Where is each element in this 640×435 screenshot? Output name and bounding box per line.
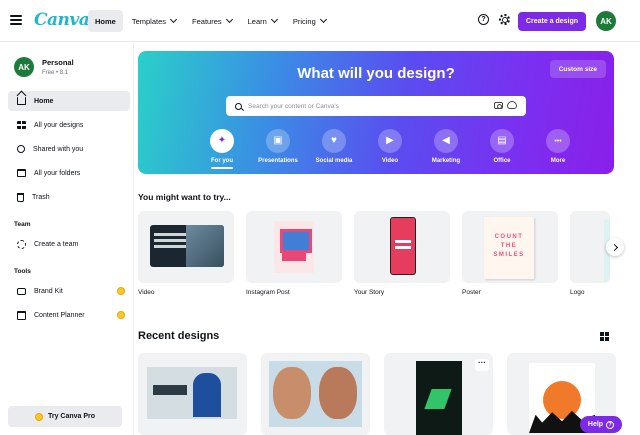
grid-icon xyxy=(17,121,26,129)
crown-icon xyxy=(117,287,125,295)
chevron-down-icon xyxy=(270,15,278,24)
brand-kit-icon xyxy=(17,287,26,295)
account-name: Personal xyxy=(42,58,74,67)
video-icon: ▶ xyxy=(386,135,394,146)
presentation-icon: ▣ xyxy=(273,135,283,146)
chevron-down-icon xyxy=(225,15,233,24)
thumbnail xyxy=(354,211,450,283)
section-title-suggestions: You might want to try... xyxy=(138,192,231,202)
menu-icon[interactable] xyxy=(10,15,22,25)
suggestion-your-story[interactable]: Your Story xyxy=(354,211,450,296)
gear-icon[interactable] xyxy=(499,14,510,25)
sidebar-item-folders[interactable]: All your folders xyxy=(8,163,130,183)
camera-icon[interactable] xyxy=(494,102,503,109)
thumbnail xyxy=(246,211,342,283)
nav-features[interactable]: Features xyxy=(185,10,239,32)
suggestion-poster[interactable]: Poster xyxy=(462,211,558,296)
sidebar-item-trash[interactable]: Trash xyxy=(8,187,130,207)
thumbnail xyxy=(570,211,610,283)
megaphone-icon: ◀ xyxy=(442,135,450,146)
briefcase-icon: ▤ xyxy=(497,135,507,146)
create-design-button[interactable]: Create a design xyxy=(518,12,586,31)
nav-pricing[interactable]: Pricing xyxy=(286,10,333,32)
scroll-right-button[interactable] xyxy=(606,238,624,256)
section-label-team: Team xyxy=(14,221,31,228)
sidebar-item-shared[interactable]: Shared with you xyxy=(8,139,130,159)
top-bar: Canva Home Templates Features Learn Pric… xyxy=(0,0,640,42)
more-options-icon[interactable]: ··· xyxy=(475,359,489,371)
recent-design-card[interactable] xyxy=(138,353,247,435)
sidebar-item-brand-kit[interactable]: Brand Kit xyxy=(8,281,130,301)
people-icon xyxy=(17,145,25,153)
section-label-tools: Tools xyxy=(14,268,31,275)
category-row: ✦ For you ▣ Presentations ♥ Social media ▶ V… xyxy=(194,129,586,169)
search-bar[interactable] xyxy=(226,96,526,116)
more-icon: ••• xyxy=(554,137,562,145)
thumbnail xyxy=(416,361,462,435)
sidebar: AK Personal Free • 8.1 Home All your des… xyxy=(0,43,134,435)
main-nav: Home Templates Features Learn Pricing xyxy=(88,10,333,32)
sidebar-item-create-team[interactable]: Create a team xyxy=(8,234,130,254)
nav-home[interactable]: Home xyxy=(88,10,123,32)
avatar[interactable]: AK xyxy=(596,11,616,31)
category-video[interactable]: ▶ Video xyxy=(362,129,418,169)
thumbnail xyxy=(269,361,362,427)
crown-icon xyxy=(117,311,125,319)
heart-icon: ♥ xyxy=(331,135,337,146)
grid-view-icon[interactable] xyxy=(600,332,609,341)
suggestion-logo[interactable]: Logo xyxy=(570,211,610,296)
hero-banner: Custom size What will you design? ✦For y… xyxy=(138,51,614,174)
help-icon[interactable]: ? xyxy=(478,14,489,25)
sparkle-icon: ✦ xyxy=(217,135,227,146)
account-plan: Free • 8.1 xyxy=(42,70,69,76)
calendar-icon xyxy=(17,310,26,320)
folder-icon xyxy=(17,169,26,177)
chevron-down-icon xyxy=(319,15,327,24)
avatar: AK xyxy=(14,57,34,77)
help-icon: ? xyxy=(606,420,615,429)
help-button[interactable]: Help? xyxy=(580,416,622,433)
upload-icon[interactable] xyxy=(507,101,517,109)
category-social-media[interactable]: ♥ Social media xyxy=(306,129,362,169)
suggestion-video[interactable]: Video xyxy=(138,211,234,296)
nav-templates[interactable]: Templates xyxy=(125,10,183,32)
canva-logo[interactable]: Canva xyxy=(34,10,90,30)
home-icon xyxy=(17,97,26,105)
recent-designs-row: ··· xyxy=(138,353,616,435)
crown-icon xyxy=(34,412,43,421)
account-switcher[interactable]: AK Personal Free • 8.1 xyxy=(14,57,74,77)
sidebar-item-home[interactable]: Home xyxy=(8,91,130,111)
team-icon xyxy=(17,239,26,249)
suggestion-instagram-post[interactable]: Instagram Post xyxy=(246,211,342,296)
category-more[interactable]: ••• More xyxy=(530,129,586,169)
nav-learn[interactable]: Learn xyxy=(241,10,284,32)
chevron-right-icon xyxy=(610,243,618,251)
search-icon xyxy=(235,102,242,110)
category-office[interactable]: ▤ Office xyxy=(474,129,530,169)
suggestion-row: Video Instagram Post Your Story Poster L… xyxy=(138,211,610,296)
thumbnail xyxy=(147,367,237,419)
recent-design-card[interactable] xyxy=(261,353,370,435)
try-pro-button[interactable]: Try Canva Pro xyxy=(8,406,122,427)
thumbnail xyxy=(138,211,234,283)
sidebar-item-content-planner[interactable]: Content Planner xyxy=(8,305,130,325)
trash-icon xyxy=(17,192,24,202)
category-presentations[interactable]: ▣ Presentations xyxy=(250,129,306,169)
recent-design-card[interactable]: ··· xyxy=(384,353,493,435)
hero-title: What will you design? xyxy=(297,65,455,82)
section-title-recent: Recent designs xyxy=(138,330,220,342)
category-marketing[interactable]: ◀ Marketing xyxy=(418,129,474,169)
category-for-you[interactable]: ✦ For you xyxy=(194,129,250,169)
sidebar-item-all-designs[interactable]: All your designs xyxy=(8,115,130,135)
thumbnail xyxy=(462,211,558,283)
chevron-down-icon xyxy=(169,15,178,24)
search-input[interactable] xyxy=(248,102,478,110)
